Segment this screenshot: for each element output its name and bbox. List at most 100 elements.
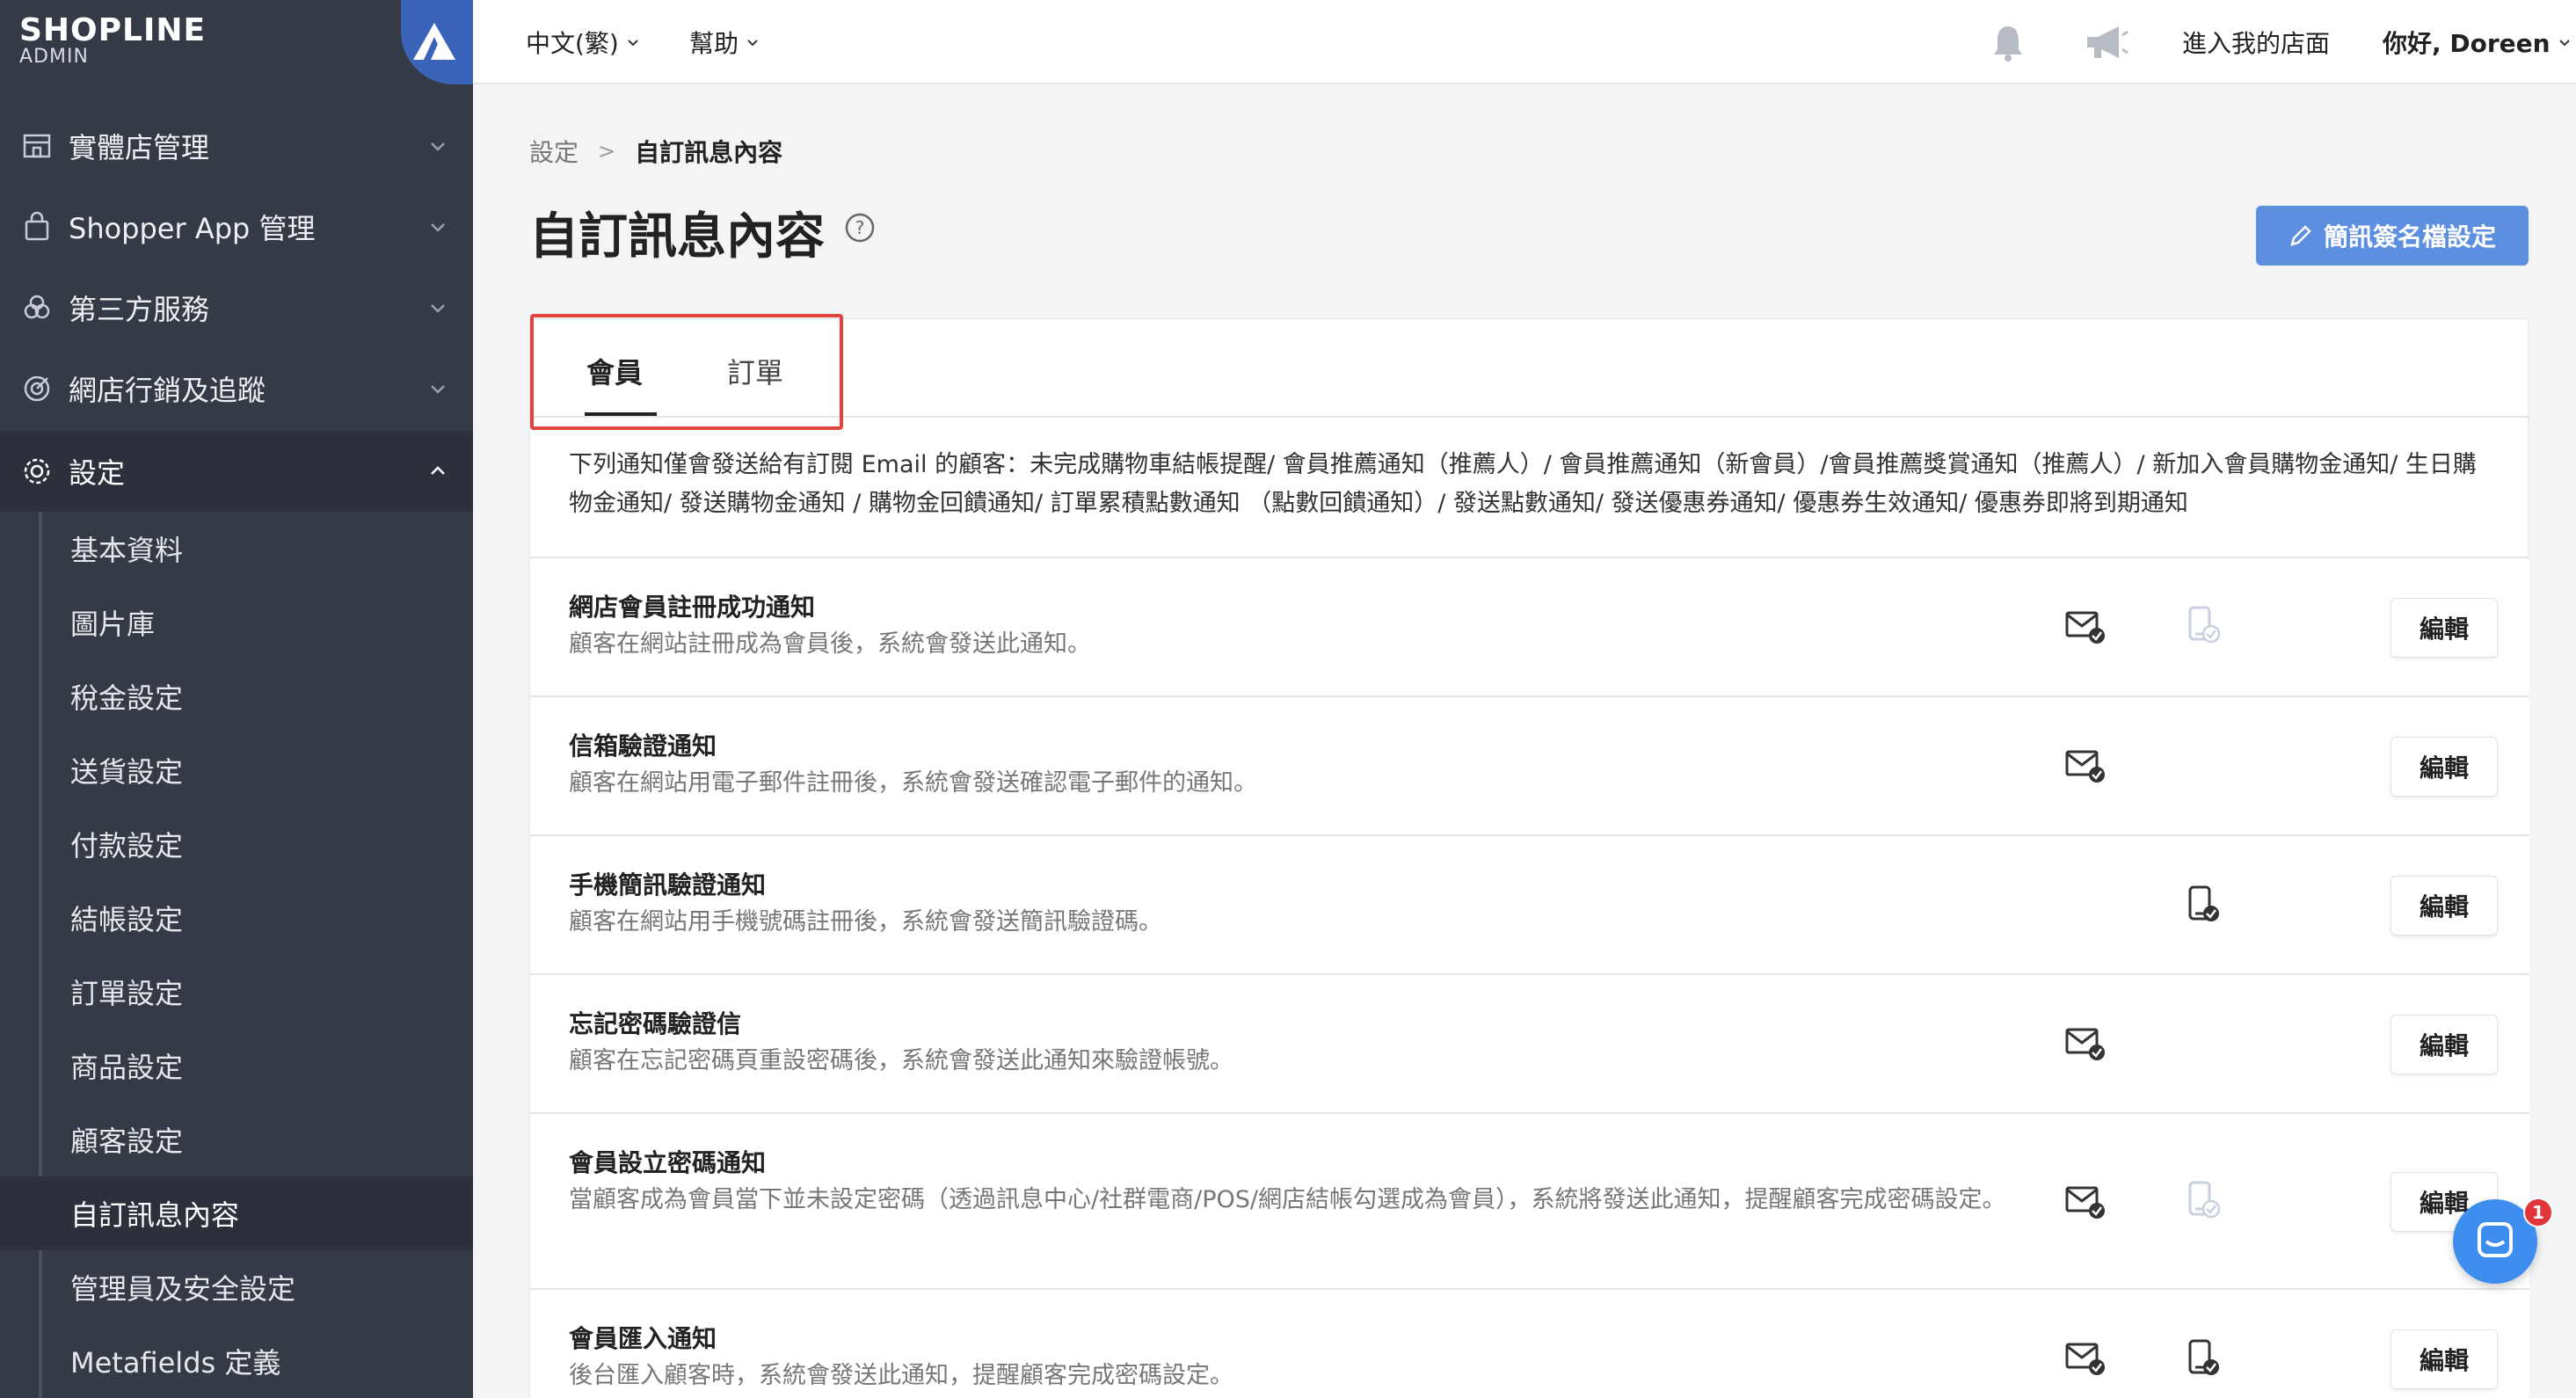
apps-icon [24, 295, 50, 319]
sidebar-subitem-checkout[interactable]: 結帳設定 [0, 881, 473, 955]
chevron-down-icon [431, 385, 445, 394]
sidebar-subitem-metafields[interactable]: Metafields 定義 [0, 1324, 473, 1398]
notification-row: 忘記密碼驗證信 顧客在忘記密碼頁重設密碼後，系統會發送此通知來驗證帳號。 編輯 [530, 975, 2529, 1114]
brand-sub: ADMIN [19, 46, 89, 68]
email-enabled-icon [2065, 1028, 2105, 1060]
sub-label: 管理員及安全設定 [70, 1272, 296, 1306]
notification-desc: 顧客在網站用手機號碼註冊後，系統會發送簡訊驗證碼。 [569, 908, 1162, 936]
megaphone-icon[interactable] [2082, 21, 2131, 63]
visit-store-link[interactable]: 進入我的店面 [2182, 25, 2330, 60]
notification-desc: 顧客在網站註冊成為會員後，系統會發送此通知。 [569, 630, 1091, 658]
gear-icon [24, 458, 50, 484]
sub-label: 商品設定 [70, 1051, 184, 1084]
target-icon [24, 375, 50, 402]
sub-label: 稅金設定 [70, 681, 184, 715]
language-dropdown[interactable]: 中文(繁) [526, 25, 640, 60]
sidebar-item-label: 實體店管理 [69, 131, 210, 164]
sidebar-subitem-customers[interactable]: 顧客設定 [0, 1103, 473, 1176]
chevron-down-icon [2558, 40, 2570, 47]
tabs: 會員 訂單 [530, 314, 2529, 430]
email-enabled-icon [2065, 1186, 2105, 1219]
notification-row: 手機簡訊驗證通知 顧客在網站用手機號碼註冊後，系統會發送簡訊驗證碼。 編輯 [530, 836, 2529, 975]
user-greeting: 你好, Doreen [2383, 29, 2551, 58]
breadcrumb-settings-link[interactable]: 設定 [529, 134, 579, 169]
sidebar-subitem-basic-info[interactable]: 基本資料 [0, 512, 473, 586]
notification-title: 會員匯入通知 [569, 1324, 717, 1353]
edit-button[interactable]: 編輯 [2390, 598, 2498, 658]
edit-button[interactable]: 編輯 [2390, 1015, 2498, 1074]
notification-title: 手機簡訊驗證通知 [569, 870, 767, 899]
shopping-bag-icon [25, 211, 49, 241]
bell-icon[interactable] [1987, 21, 2029, 63]
pencil-icon [2290, 225, 2311, 246]
language-label: 中文(繁) [526, 29, 619, 58]
notifications-card: 會員 訂單 下列通知僅會發送給有訂閱 Email 的顧客：未完成購物車結帳提醒/… [529, 314, 2529, 1398]
breadcrumb-separator: > [598, 139, 616, 164]
sidebar-subitem-payment[interactable]: 付款設定 [0, 807, 473, 881]
mountain-icon [413, 23, 455, 60]
breadcrumb-current: 自訂訊息內容 [635, 138, 783, 167]
sidebar-item-label: 設定 [69, 456, 126, 490]
breadcrumb: 設定 > 自訂訊息內容 [529, 134, 782, 169]
email-enabled-icon [2065, 750, 2105, 783]
sidebar-item-marketing[interactable]: 網店行銷及追蹤 [0, 348, 473, 429]
notification-desc: 顧客在網站用電子郵件註冊後，系統會發送確認電子郵件的通知。 [569, 769, 1257, 797]
button-label: 簡訊簽名檔設定 [2323, 222, 2496, 251]
sidebar-subitem-delivery[interactable]: 送貨設定 [0, 733, 473, 807]
sms-signature-settings-button[interactable]: 簡訊簽名檔設定 [2256, 206, 2529, 266]
help-circle-icon[interactable]: ? [844, 212, 876, 244]
help-dropdown[interactable]: 幫助 [689, 25, 760, 60]
sidebar-subitem-custom-messages[interactable]: 自訂訊息內容 [0, 1176, 473, 1250]
email-enabled-icon [2065, 1343, 2105, 1375]
chevron-down-icon [431, 142, 445, 151]
sidebar-item-label: 第三方服務 [69, 293, 210, 326]
chevron-down-icon [747, 40, 758, 47]
sub-label: 自訂訊息內容 [70, 1198, 240, 1232]
notification-row: 會員設立密碼通知 當顧客成為會員當下並未設定密碼（透過訊息中心/社群電商/POS… [530, 1114, 2529, 1290]
collapse-logo-button[interactable] [401, 0, 473, 84]
sub-label: 基本資料 [70, 534, 184, 567]
sidebar-item-third-party[interactable]: 第三方服務 [0, 267, 473, 348]
sidebar-subitem-orders[interactable]: 訂單設定 [0, 955, 473, 1029]
sidebar-item-settings[interactable]: 設定 [0, 431, 473, 512]
notification-row: 信箱驗證通知 顧客在網站用電子郵件註冊後，系統會發送確認電子郵件的通知。 編輯 [530, 697, 2529, 836]
edit-button[interactable]: 編輯 [2390, 1329, 2498, 1389]
sms-enabled-icon [2188, 1339, 2219, 1375]
brand-logo[interactable]: SHOPLINE [19, 12, 206, 48]
sidebar-item-shopper-app[interactable]: Shopper App 管理 [0, 186, 473, 267]
edit-button[interactable]: 編輯 [2390, 737, 2498, 797]
sub-label: 結帳設定 [70, 903, 184, 936]
help-label: 幫助 [689, 29, 739, 58]
edit-button[interactable]: 編輯 [2390, 876, 2498, 936]
email-enabled-icon [2065, 611, 2105, 644]
notification-title: 信箱驗證通知 [569, 732, 717, 761]
sms-enabled-icon [2188, 885, 2219, 921]
user-menu[interactable]: 你好, Doreen [2383, 25, 2572, 60]
sidebar-item-label: Shopper App 管理 [69, 212, 316, 245]
sidebar-subitem-admin-security[interactable]: 管理員及安全設定 [0, 1250, 473, 1324]
chevron-down-icon [431, 304, 445, 313]
chevron-down-icon [628, 40, 638, 47]
sidebar-item-store[interactable]: 實體店管理 [0, 106, 473, 186]
sub-label: 圖片庫 [70, 608, 156, 641]
notification-desc: 後台匯入顧客時，系統會發送此通知，提醒顧客完成密碼設定。 [569, 1362, 1233, 1389]
sidebar-subitem-tax[interactable]: 稅金設定 [0, 659, 473, 733]
sms-disabled-icon [2188, 1181, 2221, 1219]
notification-desc: 當顧客成為會員當下並未設定密碼（透過訊息中心/社群電商/POS/網店結帳勾選成為… [569, 1186, 2006, 1213]
notification-row: 會員匯入通知 後台匯入顧客時，系統會發送此通知，提醒顧客完成密碼設定。 編輯 [530, 1290, 2529, 1398]
sidebar: SHOPLINE ADMIN 實體店管理 Shopper App 管理 第三方服… [0, 0, 473, 1398]
notification-row: 網店會員註冊成功通知 顧客在網站註冊成為會員後，系統會發送此通知。 編輯 [530, 558, 2529, 697]
chat-unread-badge: 1 [2523, 1198, 2553, 1227]
sidebar-subitem-image-library[interactable]: 圖片庫 [0, 586, 473, 659]
store-icon [23, 134, 51, 158]
sub-label: 送貨設定 [70, 755, 184, 789]
chevron-down-icon [431, 223, 445, 232]
sub-label: 顧客設定 [70, 1125, 184, 1158]
tabs-highlight-box [530, 314, 843, 430]
svg-text:?: ? [855, 217, 865, 238]
page-title: 自訂訊息內容 [529, 208, 825, 266]
sms-disabled-icon [2188, 606, 2221, 644]
sidebar-subitem-products[interactable]: 商品設定 [0, 1029, 473, 1103]
notification-title: 會員設立密碼通知 [569, 1148, 767, 1177]
top-bar: 中文(繁) 幫助 進入我的店面 你好, Doreen [473, 0, 2576, 84]
